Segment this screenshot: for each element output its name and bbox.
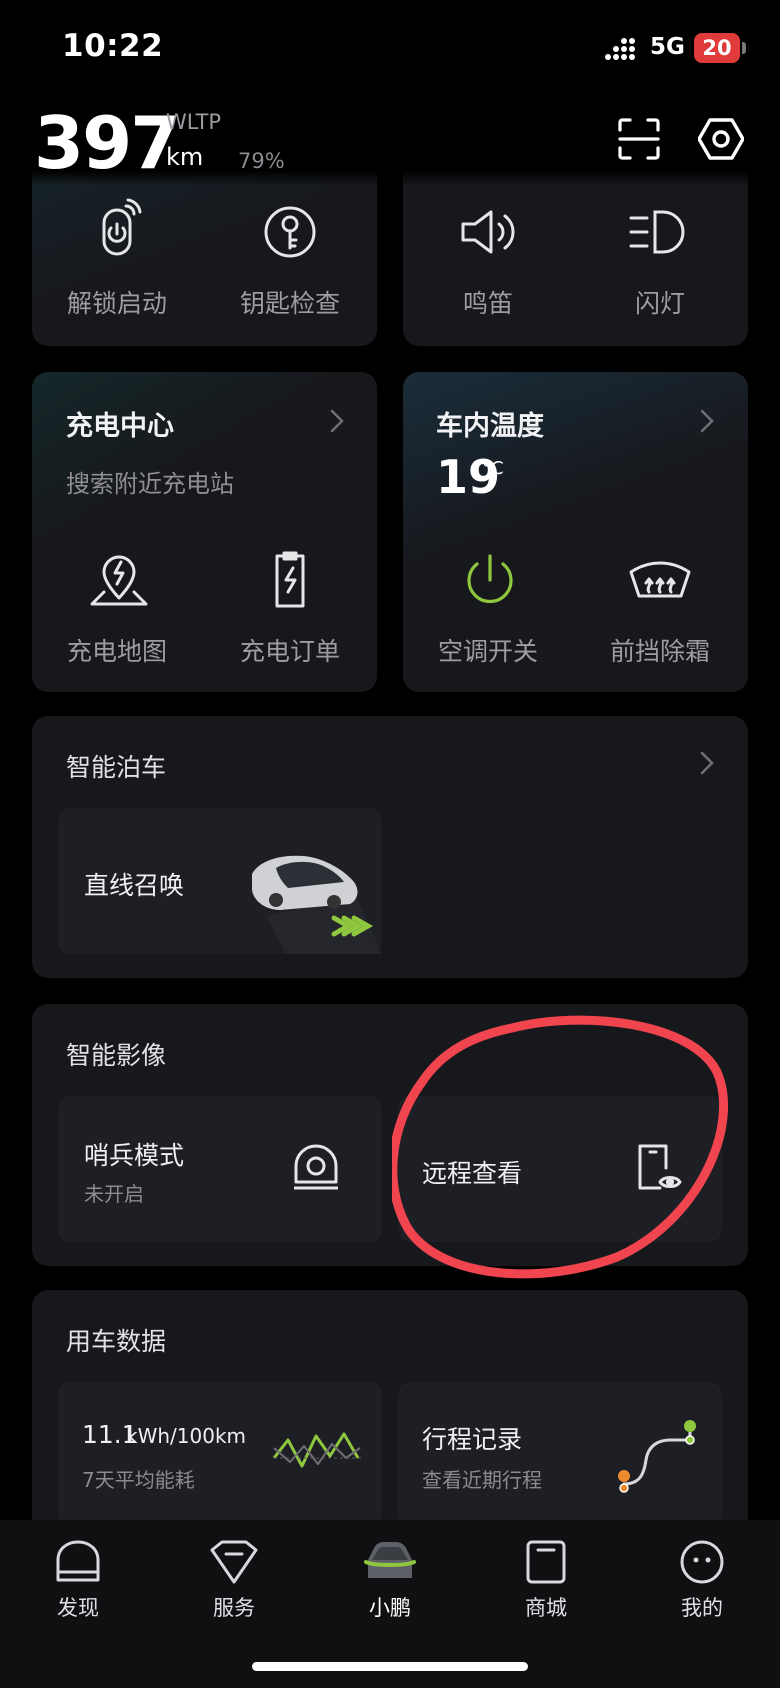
flash-lights-label[interactable]: 闪灯 — [585, 284, 735, 320]
trip-records-title: 行程记录 — [422, 1425, 523, 1454]
temperature-unit: °C — [482, 458, 504, 479]
unlock-start-label[interactable]: 解锁启动 — [42, 284, 192, 320]
scan-icon[interactable] — [618, 118, 660, 160]
car-icon[interactable] — [362, 1540, 418, 1584]
route-icon — [618, 1420, 696, 1493]
key-icon[interactable] — [255, 200, 325, 264]
remote-view-title: 远程查看 — [422, 1159, 523, 1188]
nav-service[interactable]: 服务 — [184, 1592, 284, 1622]
service-icon[interactable] — [208, 1538, 260, 1586]
range-standard: WLTP — [166, 110, 222, 134]
car-summon-illustration — [252, 855, 382, 954]
charge-map-label[interactable]: 充电地图 — [42, 632, 192, 668]
sentry-mode-title: 哨兵模式 — [84, 1141, 185, 1170]
horn-icon[interactable] — [455, 200, 525, 264]
energy-trend-icon — [272, 1432, 362, 1468]
front-defrost-label[interactable]: 前挡除霜 — [585, 632, 735, 668]
chevron-right-icon[interactable] — [696, 748, 718, 778]
store-icon[interactable] — [520, 1538, 572, 1586]
range-value: 397 — [34, 101, 180, 185]
charge-order-label[interactable]: 充电订单 — [215, 632, 365, 668]
status-time: 10:22 — [62, 28, 164, 64]
nav-me[interactable]: 我的 — [652, 1592, 752, 1622]
power-icon[interactable] — [455, 548, 525, 612]
sentry-mode-status: 未开启 — [84, 1182, 144, 1206]
chevron-right-icon[interactable] — [696, 406, 718, 436]
smart-parking-title: 智能泊车 — [66, 753, 167, 782]
phone-power-icon[interactable] — [84, 196, 154, 260]
settings-icon[interactable] — [698, 116, 744, 162]
discover-icon[interactable] — [52, 1538, 104, 1586]
nav-xpeng[interactable]: 小鹏 — [340, 1592, 440, 1622]
range-unit: km — [166, 143, 204, 171]
ac-switch-label[interactable]: 空调开关 — [413, 632, 563, 668]
climate-title: 车内温度 — [436, 411, 544, 442]
home-indicator[interactable] — [252, 1662, 528, 1671]
straight-summon-label: 直线召唤 — [84, 871, 185, 900]
chevron-right-icon[interactable] — [326, 406, 348, 436]
energy-unit: kWh/100km — [126, 1424, 247, 1448]
profile-icon[interactable] — [676, 1538, 728, 1586]
phone-eye-icon — [638, 1144, 682, 1190]
sentry-camera-icon — [294, 1144, 338, 1190]
signal-icon — [605, 38, 635, 60]
trip-records-subtitle: 查看近期行程 — [422, 1468, 542, 1492]
defrost-icon[interactable] — [625, 548, 695, 612]
battery-indicator: 20 — [694, 33, 740, 63]
horn-label[interactable]: 鸣笛 — [413, 284, 563, 320]
energy-subtitle: 7天平均能耗 — [82, 1468, 195, 1492]
headlight-icon[interactable] — [625, 200, 695, 264]
smart-imaging-title: 智能影像 — [66, 1041, 167, 1070]
nav-store[interactable]: 商城 — [496, 1592, 596, 1622]
nav-discover[interactable]: 发现 — [28, 1592, 128, 1622]
battery-percentage: 79% — [238, 149, 285, 173]
network-type: 5G — [650, 34, 685, 60]
key-check-label[interactable]: 钥匙检查 — [215, 284, 365, 320]
charging-title: 充电中心 — [66, 411, 174, 442]
charge-order-icon[interactable] — [255, 548, 325, 612]
charge-map-icon[interactable] — [84, 548, 154, 612]
vehicle-data-title: 用车数据 — [66, 1327, 167, 1356]
charging-subtitle: 搜索附近充电站 — [66, 470, 234, 498]
battery-tip — [742, 42, 746, 54]
